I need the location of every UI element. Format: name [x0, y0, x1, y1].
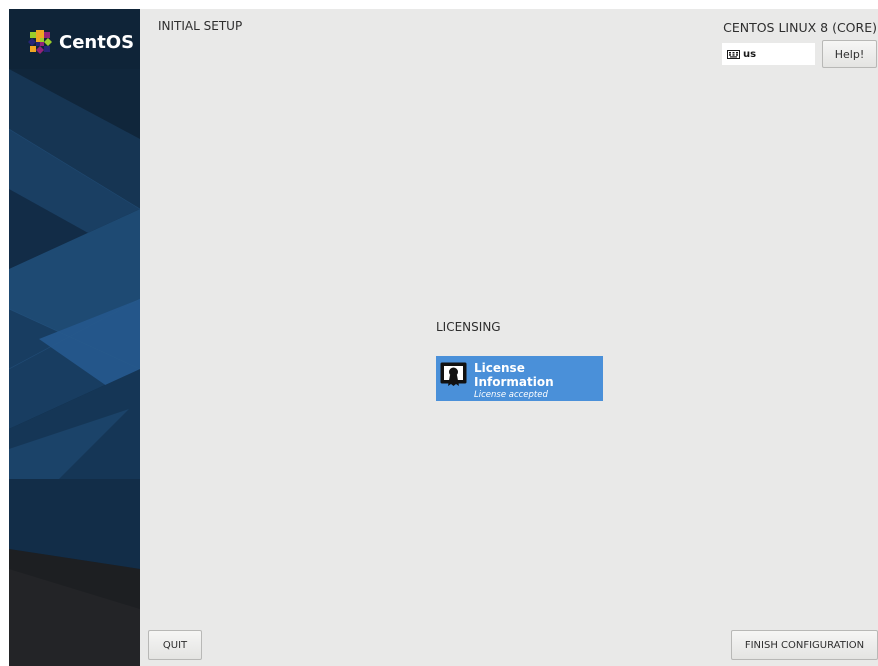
sidebar-pattern — [9, 9, 140, 666]
keyboard-layout-label: us — [743, 48, 757, 60]
brand-name: CentOS — [59, 31, 135, 53]
keyboard-layout-indicator[interactable]: us — [722, 43, 815, 65]
spoke-title: License Information — [474, 361, 554, 389]
centos-logo: CentOS — [27, 29, 134, 55]
license-certificate-icon — [440, 362, 467, 386]
finish-configuration-button[interactable]: FINISH CONFIGURATION — [731, 630, 878, 660]
spoke-license-information[interactable]: License Information License accepted — [436, 356, 603, 401]
keyboard-icon — [727, 49, 740, 59]
spoke-status: License accepted — [474, 390, 548, 400]
help-button[interactable]: Help! — [822, 40, 877, 68]
initial-setup-window: CentOS INITIAL SETUP CENTOS LINUX 8 (COR… — [0, 0, 878, 666]
sidebar: CentOS — [9, 9, 140, 666]
page-title: INITIAL SETUP — [158, 19, 243, 33]
main-content: INITIAL SETUP CENTOS LINUX 8 (CORE) us H… — [140, 9, 878, 666]
centos-logo-icon — [28, 30, 52, 54]
product-title: CENTOS LINUX 8 (CORE) — [723, 20, 877, 35]
quit-button[interactable]: QUIT — [148, 630, 202, 660]
section-title-licensing: LICENSING — [436, 320, 501, 334]
